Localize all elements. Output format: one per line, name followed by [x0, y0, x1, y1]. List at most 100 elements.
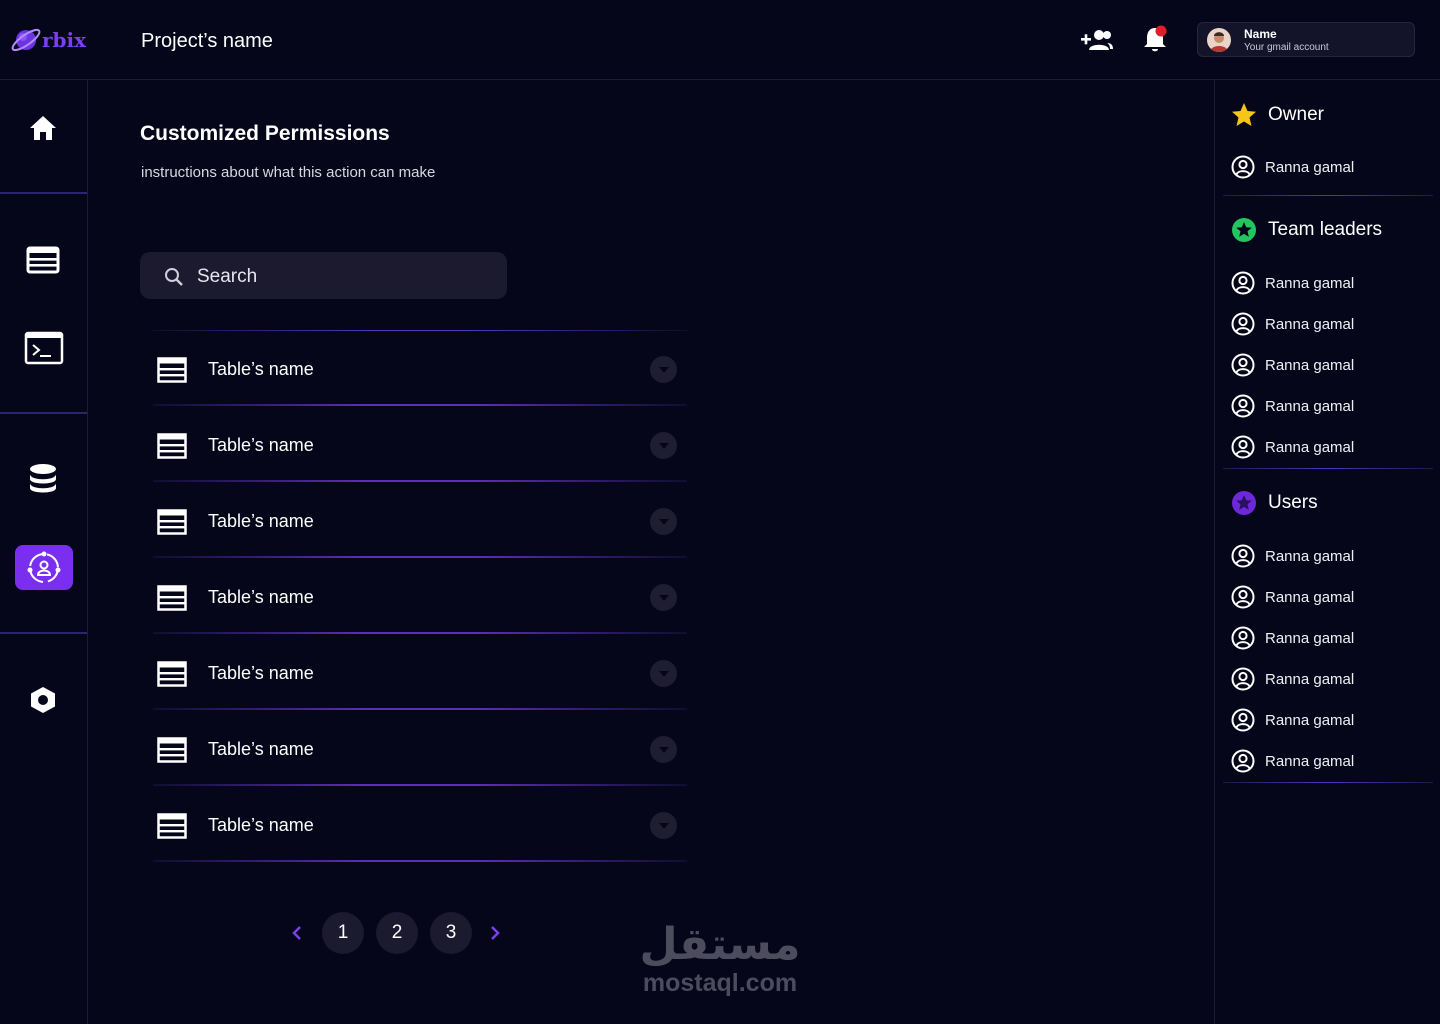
- chevron-down-icon: [658, 670, 669, 677]
- table-row[interactable]: Table’s name: [153, 482, 687, 558]
- member-item[interactable]: Ranna gamal: [1231, 626, 1354, 650]
- group-divider: [1223, 195, 1433, 196]
- user-circle-icon: [1231, 585, 1255, 609]
- user-circle-icon: [1231, 667, 1255, 691]
- table-row[interactable]: Table’s name: [153, 634, 687, 710]
- sidebar-item-permissions[interactable]: [15, 545, 73, 590]
- project-name: Project’s name: [141, 30, 273, 52]
- expand-button[interactable]: [650, 508, 677, 535]
- user-network-icon: [27, 551, 61, 583]
- role-title: Users: [1268, 492, 1318, 513]
- table-icon: [157, 661, 187, 687]
- expand-button[interactable]: [650, 736, 677, 763]
- add-user-icon: [1081, 30, 1113, 50]
- role-group-owner: Owner: [1231, 102, 1324, 128]
- search-placeholder: Search: [197, 266, 258, 287]
- expand-button[interactable]: [650, 356, 677, 383]
- member-item[interactable]: Ranna gamal: [1231, 435, 1354, 459]
- purple-star-badge-icon: [1232, 491, 1256, 515]
- expand-button[interactable]: [650, 432, 677, 459]
- member-item[interactable]: Ranna gamal: [1231, 353, 1354, 377]
- member-item[interactable]: Ranna gamal: [1231, 544, 1354, 568]
- role-group-team-leaders: Team leaders: [1231, 217, 1382, 243]
- roles-panel: Owner Ranna gamal Team leaders Ranna gam…: [1214, 80, 1440, 1024]
- logo[interactable]: rbix: [10, 22, 86, 58]
- sidebar-item-tables[interactable]: [25, 244, 61, 276]
- sidebar-item-console[interactable]: [23, 330, 65, 366]
- chevron-down-icon: [658, 594, 669, 601]
- member-item[interactable]: Ranna gamal: [1231, 585, 1354, 609]
- member-name: Ranna gamal: [1265, 711, 1355, 729]
- sidebar-divider: [0, 412, 87, 414]
- member-item[interactable]: Ranna gamal: [1231, 749, 1354, 773]
- notifications-button[interactable]: [1142, 24, 1170, 59]
- table-icon: [157, 737, 187, 763]
- page-button[interactable]: 1: [322, 912, 364, 954]
- member-name: Ranna gamal: [1265, 274, 1355, 292]
- member-name: Ranna gamal: [1265, 438, 1355, 456]
- table-name: Table’s name: [208, 815, 314, 835]
- search-input[interactable]: Search: [140, 252, 507, 299]
- member-name: Ranna gamal: [1265, 629, 1355, 647]
- table-icon: [157, 433, 187, 459]
- user-circle-icon: [1231, 271, 1255, 295]
- expand-button[interactable]: [650, 660, 677, 687]
- member-name: Ranna gamal: [1265, 670, 1355, 688]
- user-circle-icon: [1231, 155, 1255, 179]
- chevron-down-icon: [658, 518, 669, 525]
- chevron-down-icon: [658, 746, 669, 753]
- table-name: Table’s name: [208, 663, 314, 683]
- prev-page-button[interactable]: [290, 924, 304, 947]
- user-circle-icon: [1231, 749, 1255, 773]
- table-row[interactable]: Table’s name: [153, 786, 687, 862]
- member-name: Ranna gamal: [1265, 547, 1355, 565]
- page-subtitle: instructions about what this action can …: [141, 164, 436, 181]
- expand-button[interactable]: [650, 812, 677, 839]
- table-row[interactable]: Table’s name: [153, 710, 687, 786]
- next-page-button[interactable]: [488, 924, 502, 947]
- user-circle-icon: [1231, 544, 1255, 568]
- planet-logo-icon: [11, 28, 41, 52]
- avatar: [1207, 28, 1231, 52]
- watermark: مستقل mostaql.com: [632, 919, 808, 997]
- member-name: Ranna gamal: [1265, 315, 1355, 333]
- member-name: Ranna gamal: [1265, 397, 1355, 415]
- chevron-right-icon: [491, 926, 500, 940]
- table-name: Table’s name: [208, 435, 314, 455]
- account-menu[interactable]: Name Your gmail account: [1197, 22, 1415, 57]
- top-bar: rbix Project’s name Name Your gmail acco…: [0, 0, 1440, 80]
- member-item[interactable]: Ranna gamal: [1231, 312, 1354, 336]
- sidebar-item-home[interactable]: [27, 113, 59, 143]
- member-item[interactable]: Ranna gamal: [1231, 271, 1354, 295]
- member-item[interactable]: Ranna gamal: [1231, 708, 1354, 732]
- table-icon: [157, 813, 187, 839]
- chevron-down-icon: [658, 442, 669, 449]
- green-star-badge-icon: [1232, 218, 1256, 242]
- sidebar-divider: [0, 632, 87, 634]
- watermark-arabic: مستقل: [639, 919, 801, 970]
- member-item[interactable]: Ranna gamal: [1231, 667, 1354, 691]
- sidebar-item-database[interactable]: [27, 463, 59, 495]
- page-button[interactable]: 2: [376, 912, 418, 954]
- table-list: Table’s name Table’s name Table’s name T…: [153, 330, 687, 862]
- member-item[interactable]: Ranna gamal: [1231, 155, 1354, 179]
- table-row[interactable]: Table’s name: [153, 330, 687, 406]
- sidebar-item-settings[interactable]: [28, 684, 58, 716]
- database-icon: [30, 464, 56, 493]
- bell-icon: [1144, 25, 1167, 52]
- table-name: Table’s name: [208, 739, 314, 759]
- table-row[interactable]: Table’s name: [153, 558, 687, 634]
- expand-button[interactable]: [650, 584, 677, 611]
- add-user-button[interactable]: [1080, 28, 1114, 57]
- user-circle-icon: [1231, 435, 1255, 459]
- watermark-latin: mostaql.com: [642, 969, 798, 997]
- chevron-down-icon: [658, 822, 669, 829]
- table-name: Table’s name: [208, 359, 314, 379]
- table-row[interactable]: Table’s name: [153, 406, 687, 482]
- member-name: Ranna gamal: [1265, 752, 1355, 770]
- member-item[interactable]: Ranna gamal: [1231, 394, 1354, 418]
- group-divider: [1223, 782, 1433, 783]
- user-circle-icon: [1231, 353, 1255, 377]
- account-name: Name: [1244, 27, 1277, 41]
- page-button[interactable]: 3: [430, 912, 472, 954]
